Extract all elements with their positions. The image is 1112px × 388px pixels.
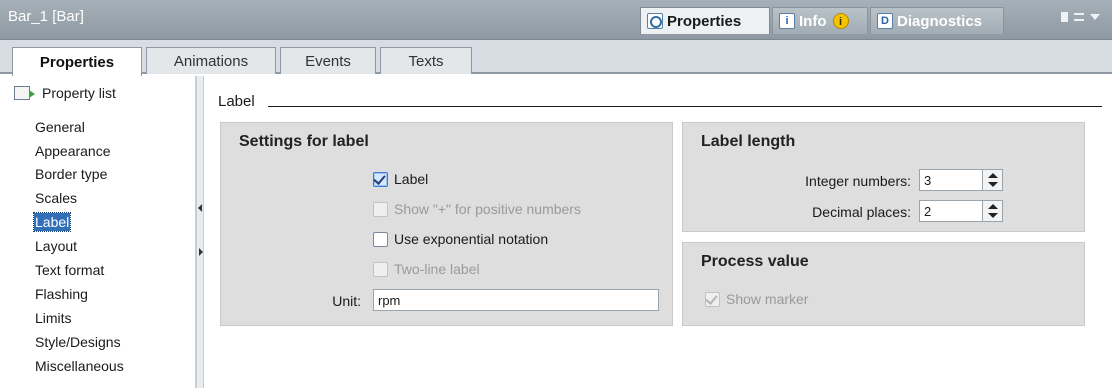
decimal-places-value[interactable]: 2: [920, 204, 982, 219]
show-plus-checkbox-box: [373, 201, 388, 217]
label-checkbox-box[interactable]: [373, 171, 388, 187]
tab-properties-inspector-label: Properties: [667, 12, 742, 30]
properties-icon: [647, 13, 663, 29]
settings-for-label-group: Settings for label Label Show "+" for po…: [220, 122, 673, 326]
tab-diagnostics-label: Diagnostics: [897, 12, 983, 30]
subtab-texts[interactable]: Texts: [380, 47, 472, 74]
show-plus-checkbox-text: Show "+" for positive numbers: [394, 201, 581, 217]
tab-diagnostics[interactable]: D Diagnostics: [870, 7, 1004, 34]
integer-numbers-value[interactable]: 3: [920, 173, 982, 188]
subtab-animations[interactable]: Animations: [146, 47, 276, 74]
nav-item-general[interactable]: General: [34, 118, 86, 136]
minimize-window-icon[interactable]: [1074, 13, 1084, 21]
nav-splitter[interactable]: [196, 76, 204, 388]
two-line-label-checkbox-box: [373, 261, 388, 277]
property-list-nav: Property list General Appearance Border …: [0, 76, 196, 388]
section-title: Label: [218, 93, 255, 110]
subtab-events[interactable]: Events: [280, 47, 376, 74]
unit-label: Unit:: [332, 293, 361, 309]
two-line-label-checkbox-text: Two-line label: [394, 261, 480, 277]
tab-info[interactable]: i Info i: [772, 7, 868, 34]
integer-numbers-label: Integer numbers:: [805, 173, 911, 189]
process-value-title: Process value: [701, 253, 809, 270]
nav-item-scales[interactable]: Scales: [34, 189, 78, 207]
exponential-notation-checkbox[interactable]: Use exponential notation: [373, 231, 548, 247]
info-badge-icon: i: [832, 13, 849, 29]
window-controls: [1061, 12, 1100, 22]
decimal-places-label: Decimal places:: [812, 204, 911, 220]
property-list-label: Property list: [42, 85, 116, 101]
label-checkbox[interactable]: Label: [373, 171, 428, 187]
decimal-places-spinner[interactable]: 2: [919, 200, 1003, 222]
settings-for-label-title: Settings for label: [239, 133, 369, 150]
tab-properties-inspector[interactable]: Properties: [640, 7, 770, 34]
section-divider: [268, 106, 1102, 107]
integer-numbers-stepper-icon[interactable]: [982, 170, 1002, 190]
tab-info-label: Info: [799, 12, 827, 30]
label-checkbox-text: Label: [394, 171, 429, 187]
label-length-title: Label length: [701, 133, 796, 150]
diagnostics-icon: D: [877, 13, 893, 29]
collapse-left-icon[interactable]: [198, 204, 202, 212]
property-list-icon: [14, 86, 35, 100]
property-subtabs: Properties Animations Events Texts: [0, 40, 1112, 76]
expand-right-icon[interactable]: [199, 248, 203, 256]
label-length-group: Label length Integer numbers: 3 Decimal …: [682, 122, 1085, 232]
nav-item-border-type[interactable]: Border type: [34, 165, 108, 183]
nav-item-flashing[interactable]: Flashing: [34, 285, 89, 303]
nav-item-label[interactable]: Label: [32, 212, 72, 232]
nav-item-text-format[interactable]: Text format: [34, 261, 105, 279]
nav-item-limits[interactable]: Limits: [34, 309, 73, 327]
property-list-header[interactable]: Property list: [14, 85, 116, 101]
float-window-icon[interactable]: [1061, 12, 1068, 22]
integer-numbers-spinner[interactable]: 3: [919, 169, 1003, 191]
nav-item-miscellaneous[interactable]: Miscellaneous: [34, 357, 125, 375]
window-title: Bar_1 [Bar]: [8, 8, 84, 25]
nav-item-layout[interactable]: Layout: [34, 237, 78, 255]
chevron-down-icon[interactable]: [1090, 14, 1100, 20]
exponential-notation-checkbox-text: Use exponential notation: [394, 231, 549, 247]
info-icon: i: [779, 13, 795, 29]
show-marker-checkbox-box: [705, 291, 720, 307]
decimal-places-stepper-icon[interactable]: [982, 201, 1002, 221]
nav-item-appearance[interactable]: Appearance: [34, 142, 112, 160]
nav-item-style-designs[interactable]: Style/Designs: [34, 333, 122, 351]
subtab-properties[interactable]: Properties: [12, 47, 142, 76]
process-value-group: Process value Show marker: [682, 242, 1085, 326]
exponential-notation-checkbox-box[interactable]: [373, 231, 388, 247]
show-plus-checkbox: Show "+" for positive numbers: [373, 201, 581, 217]
show-marker-checkbox-text: Show marker: [726, 291, 809, 307]
unit-input[interactable]: rpm: [373, 289, 659, 311]
inspector-titlebar: Bar_1 [Bar] Properties i Info i D Diagno…: [0, 0, 1112, 40]
show-marker-checkbox: Show marker: [705, 291, 808, 307]
two-line-label-checkbox: Two-line label: [373, 261, 480, 277]
